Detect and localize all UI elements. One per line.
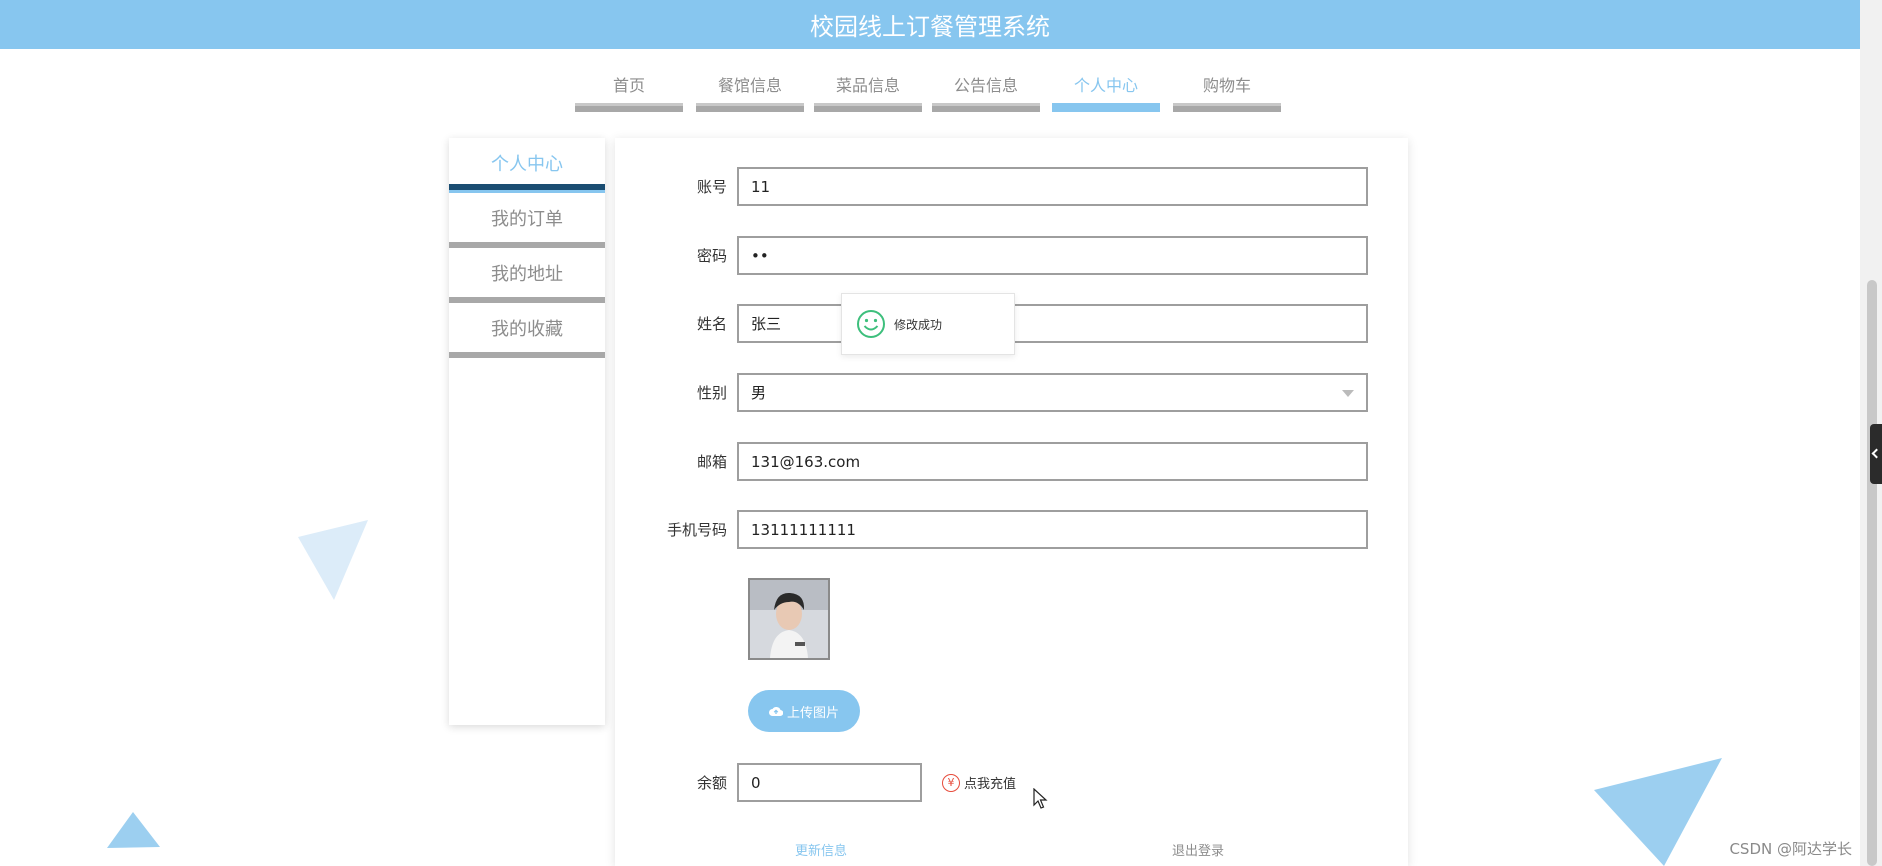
profile-form-panel: 账号 11 密码 •• 姓名 张三 性别 男 邮箱 131@163.com 手机…	[615, 138, 1408, 866]
account-label: 账号	[696, 178, 727, 196]
name-input[interactable]: 张三	[737, 304, 1368, 343]
sidebar-item-my-favorites[interactable]: 我的收藏	[449, 303, 605, 358]
balance-label: 余额	[696, 774, 727, 792]
upload-image-button[interactable]: 上传图片	[748, 690, 860, 732]
logout-button[interactable]: 退出登录	[1172, 840, 1224, 859]
balance-input[interactable]: 0	[737, 763, 922, 802]
password-label: 密码	[696, 247, 727, 265]
cloud-upload-icon	[768, 707, 783, 717]
gender-select[interactable]: 男	[737, 373, 1368, 412]
toast-message: 修改成功	[894, 317, 943, 332]
email-label: 邮箱	[696, 453, 727, 471]
chevron-down-icon	[1342, 390, 1354, 397]
decorative-triangle-left	[298, 520, 368, 600]
sidebar-item-my-addresses[interactable]: 我的地址	[449, 248, 605, 303]
decorative-triangle-bottom-right	[1594, 758, 1722, 866]
gender-value: 男	[751, 384, 767, 402]
phone-input[interactable]: 13111111111	[737, 510, 1368, 549]
balance-row: 余额 0	[615, 763, 922, 802]
password-row: 密码 ••	[615, 236, 1368, 275]
email-input[interactable]: 131@163.com	[737, 442, 1368, 481]
gender-row: 性别 男	[615, 373, 1368, 412]
account-row: 账号 11	[615, 167, 1368, 206]
main-nav: 首页 餐馆信息 菜品信息 公告信息 个人中心 购物车	[0, 66, 1860, 112]
mouse-cursor-icon	[1033, 788, 1048, 809]
personal-sidebar: 个人中心 我的订单 我的地址 我的收藏	[449, 138, 605, 725]
scrollbar-thumb[interactable]	[1867, 280, 1877, 866]
nav-item-announcements[interactable]: 公告信息	[932, 66, 1040, 112]
nav-item-home[interactable]: 首页	[575, 66, 683, 112]
collapse-tab-icon[interactable]	[1870, 424, 1882, 484]
decorative-triangle-bottom-left	[107, 812, 160, 848]
nav-item-dishes[interactable]: 菜品信息	[814, 66, 922, 112]
app-title: 校园线上订餐管理系统	[810, 13, 1050, 41]
gender-label: 性别	[696, 384, 727, 402]
smile-icon	[857, 310, 885, 338]
name-label: 姓名	[696, 315, 727, 333]
avatar	[748, 578, 830, 660]
avatar-photo-icon	[750, 580, 828, 658]
phone-row: 手机号码 13111111111	[615, 510, 1368, 549]
sidebar-item-my-orders[interactable]: 我的订单	[449, 193, 605, 248]
recharge-link[interactable]: ¥ 点我充值	[942, 773, 1016, 792]
update-info-button[interactable]: 更新信息	[795, 840, 847, 859]
nav-item-cart[interactable]: 购物车	[1173, 66, 1281, 112]
success-toast: 修改成功	[841, 293, 1015, 355]
yen-icon: ¥	[942, 773, 960, 792]
app-header: 校园线上订餐管理系统	[0, 0, 1860, 49]
account-input[interactable]: 11	[737, 167, 1368, 206]
password-input[interactable]: ••	[737, 236, 1368, 275]
watermark: CSDN @阿达学长	[1729, 840, 1852, 858]
nav-item-personal-center[interactable]: 个人中心	[1052, 66, 1160, 112]
sidebar-item-personal-center[interactable]: 个人中心	[449, 138, 605, 193]
email-row: 邮箱 131@163.com	[615, 442, 1368, 481]
nav-item-restaurants[interactable]: 餐馆信息	[696, 66, 804, 112]
phone-label: 手机号码	[666, 521, 727, 539]
